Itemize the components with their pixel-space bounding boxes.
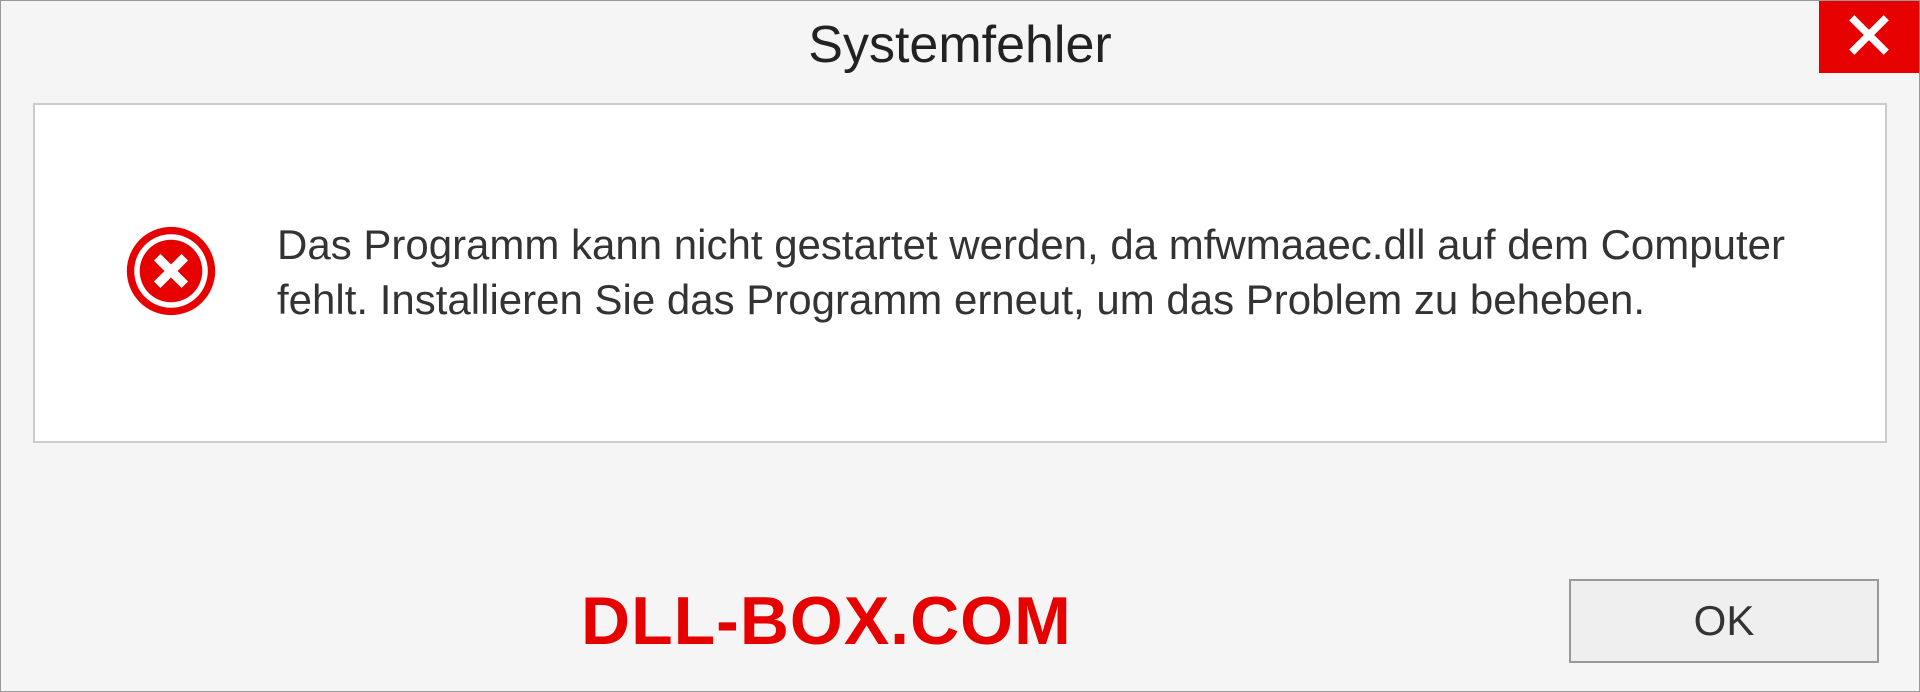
footer: DLL-BOX.COM OK [1, 551, 1919, 691]
ok-button[interactable]: OK [1569, 579, 1879, 663]
content-area: Das Programm kann nicht gestartet werden… [33, 103, 1887, 443]
error-icon [125, 225, 217, 322]
close-button[interactable] [1819, 1, 1919, 73]
error-dialog: Systemfehler Das Programm kann nicht ges… [0, 0, 1920, 692]
ok-button-label: OK [1694, 597, 1755, 645]
titlebar: Systemfehler [1, 1, 1919, 89]
close-icon [1847, 13, 1891, 62]
error-message: Das Programm kann nicht gestartet werden… [277, 218, 1825, 327]
dialog-title: Systemfehler [808, 15, 1111, 75]
watermark-text: DLL-BOX.COM [581, 582, 1072, 660]
